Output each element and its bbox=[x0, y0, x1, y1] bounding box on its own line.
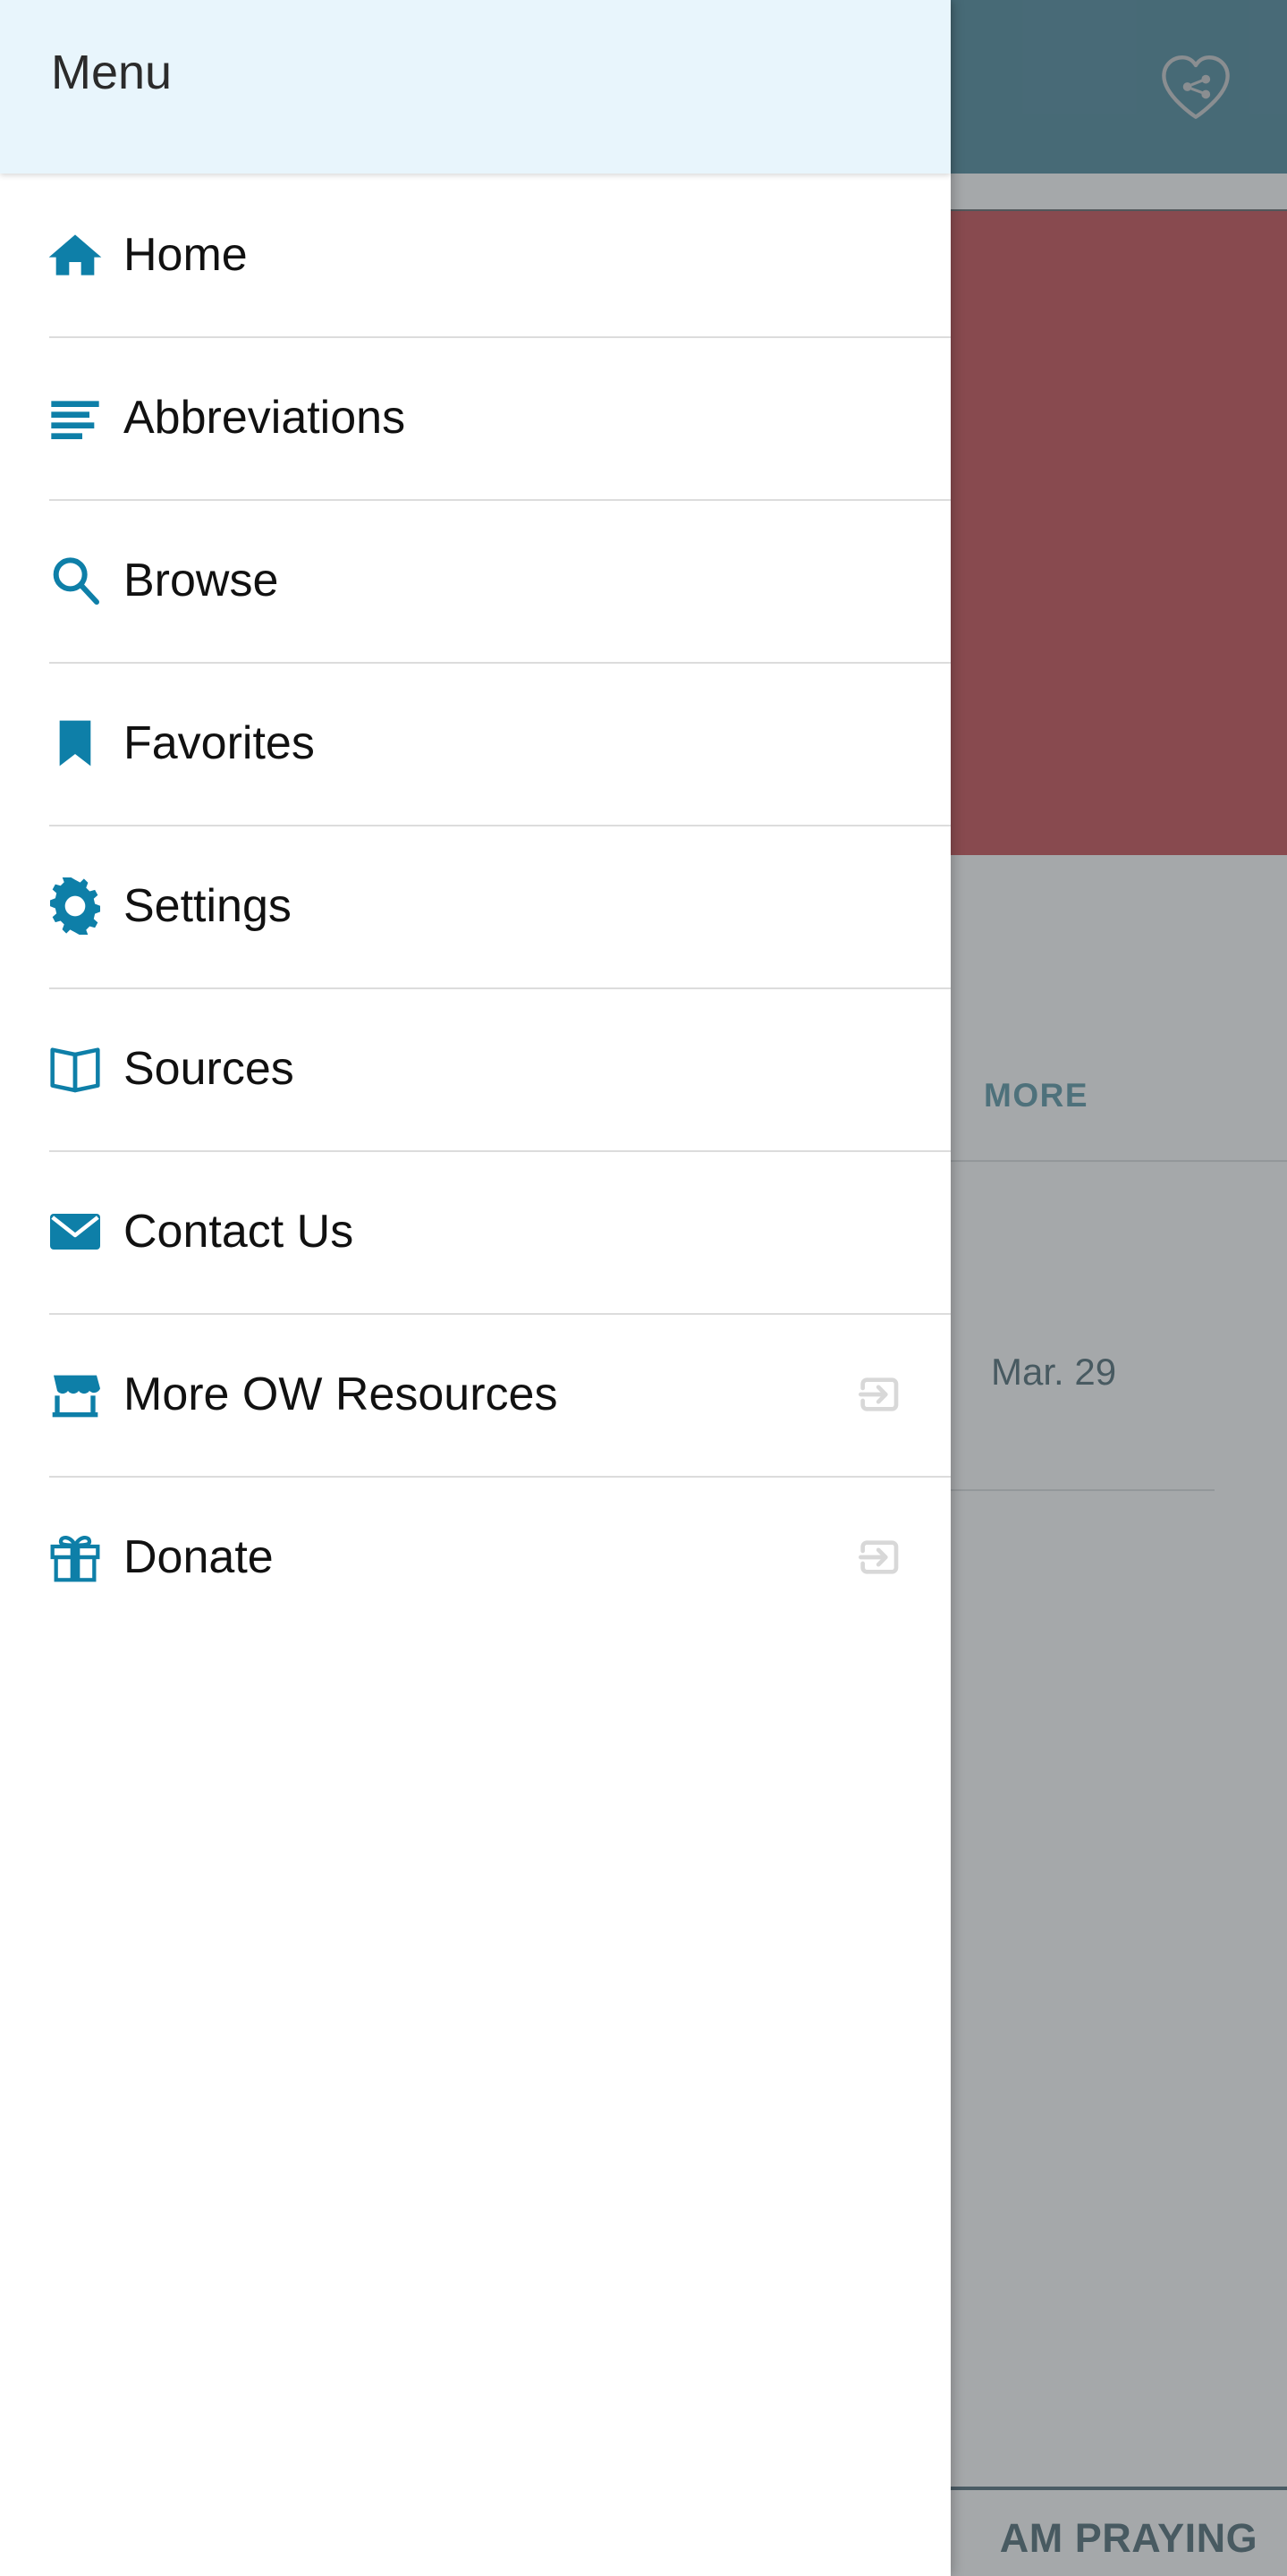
menu-item-label: Donate bbox=[123, 1531, 274, 1583]
menu-item-label: More OW Resources bbox=[123, 1368, 558, 1420]
menu-item-label: Home bbox=[123, 229, 248, 281]
menu-item-contact-us[interactable]: Contact Us bbox=[0, 1150, 951, 1313]
bookmark-icon bbox=[47, 715, 104, 772]
menu-item-sources[interactable]: Sources bbox=[0, 987, 951, 1150]
menu-item-donate[interactable]: Donate bbox=[0, 1476, 951, 1639]
navigation-drawer: Menu Home Abbreviations Browse Favorites… bbox=[0, 0, 951, 2576]
envelope-icon bbox=[47, 1203, 104, 1260]
drawer-header: Menu bbox=[0, 0, 951, 174]
menu-item-browse[interactable]: Browse bbox=[0, 499, 951, 662]
menu-item-settings[interactable]: Settings bbox=[0, 825, 951, 987]
menu-item-abbreviations[interactable]: Abbreviations bbox=[0, 336, 951, 499]
gear-icon bbox=[47, 877, 104, 935]
list-lines-icon bbox=[47, 389, 104, 446]
menu-item-label: Sources bbox=[123, 1043, 294, 1095]
external-link-icon bbox=[852, 1369, 902, 1419]
home-icon bbox=[47, 226, 104, 284]
storefront-icon bbox=[47, 1366, 104, 1423]
menu-item-label: Favorites bbox=[123, 717, 315, 769]
open-book-icon bbox=[47, 1040, 104, 1097]
gift-icon bbox=[47, 1529, 104, 1586]
menu-item-more-ow-resources[interactable]: More OW Resources bbox=[0, 1313, 951, 1476]
menu-item-favorites[interactable]: Favorites bbox=[0, 662, 951, 825]
menu-item-label: Browse bbox=[123, 555, 279, 606]
screen: MORE Mar. 29 d he uropean- painful hat t… bbox=[0, 0, 1287, 2576]
drawer-title: Menu bbox=[51, 46, 173, 99]
menu-list: Home Abbreviations Browse Favorites Sett… bbox=[0, 174, 951, 1639]
menu-item-label: Settings bbox=[123, 880, 292, 932]
menu-item-home[interactable]: Home bbox=[0, 174, 951, 336]
menu-item-label: Abbreviations bbox=[123, 392, 406, 444]
menu-item-label: Contact Us bbox=[123, 1206, 354, 1258]
external-link-icon bbox=[852, 1532, 902, 1582]
search-icon bbox=[47, 552, 104, 609]
